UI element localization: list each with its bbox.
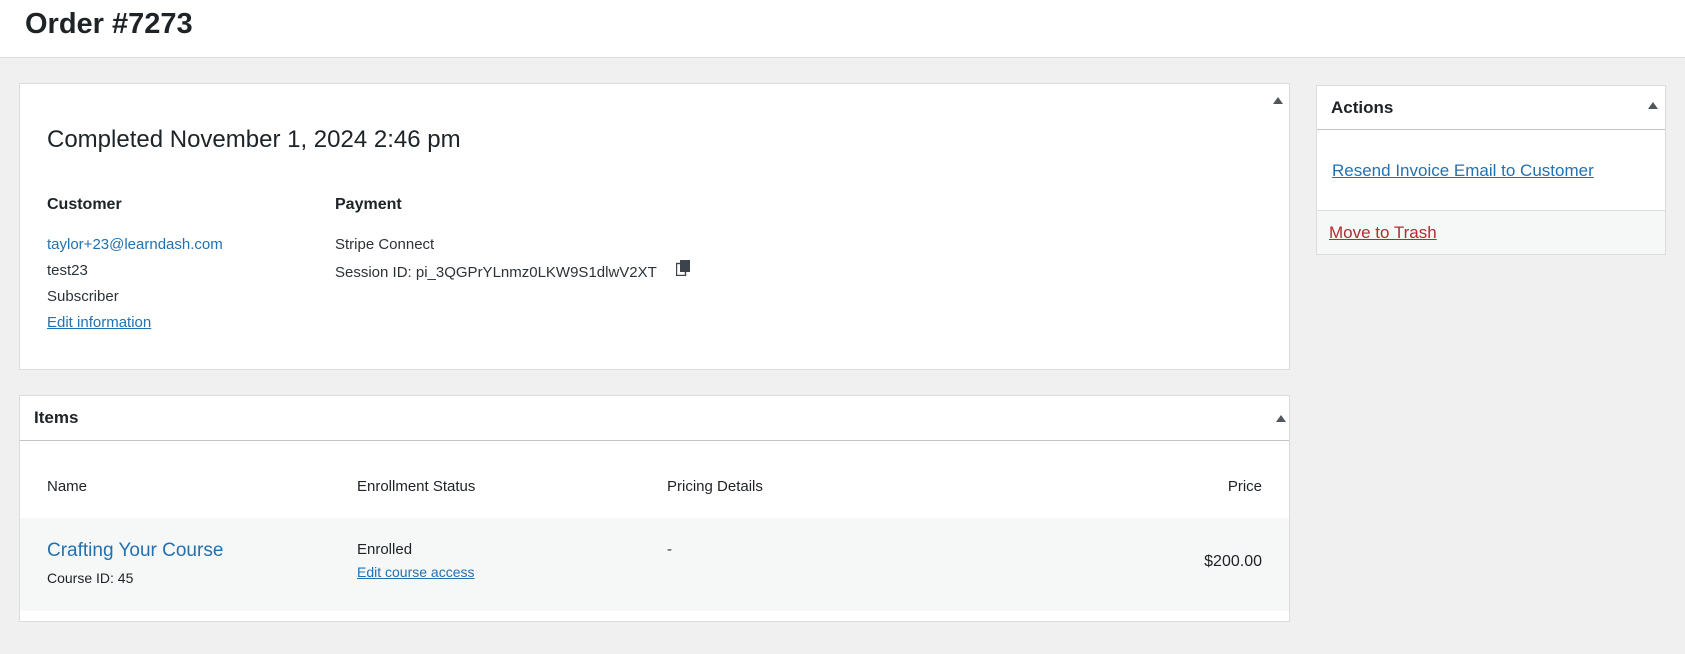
customer-heading: Customer bbox=[47, 196, 122, 213]
course-name-link[interactable]: Crafting Your Course bbox=[47, 540, 223, 562]
column-header-name: Name bbox=[47, 478, 88, 495]
course-id: Course ID: 45 bbox=[47, 570, 134, 586]
payment-heading: Payment bbox=[335, 196, 402, 213]
table-row: Crafting Your Course Course ID: 45 Enrol… bbox=[20, 518, 1289, 611]
payment-session-id: Session ID: pi_3QGPrYLnmz0LKW9S1dlwV2XT bbox=[335, 264, 657, 281]
edit-course-access-link[interactable]: Edit course access bbox=[357, 564, 475, 580]
enrollment-status: Enrolled bbox=[357, 541, 413, 558]
actions-header: Actions bbox=[1317, 86, 1665, 130]
column-header-price: Price bbox=[1227, 478, 1262, 495]
items-box: Items Name Enrollment Status Pricing Det… bbox=[19, 395, 1290, 622]
column-header-enrollment-status: Enrollment Status bbox=[357, 478, 476, 495]
collapse-toggle-icon[interactable] bbox=[1648, 102, 1658, 109]
item-price: $200.00 bbox=[1204, 553, 1262, 570]
page-title: Order #7273 bbox=[25, 8, 193, 40]
resend-invoice-link[interactable]: Resend Invoice Email to Customer bbox=[1332, 161, 1594, 181]
customer-role: Subscriber bbox=[47, 288, 119, 305]
edit-information-link[interactable]: Edit information bbox=[47, 314, 151, 331]
items-header: Items bbox=[20, 396, 1289, 441]
actions-title: Actions bbox=[1331, 98, 1394, 117]
collapse-toggle-icon[interactable] bbox=[1273, 97, 1283, 104]
move-to-trash-link[interactable]: Move to Trash bbox=[1329, 223, 1437, 243]
customer-username: test23 bbox=[47, 262, 88, 279]
column-header-pricing-details: Pricing Details bbox=[667, 478, 763, 495]
order-summary-box: Completed November 1, 2024 2:46 pm Custo… bbox=[19, 83, 1290, 370]
pricing-details: - bbox=[667, 541, 672, 558]
copy-icon[interactable] bbox=[675, 260, 690, 277]
customer-email-link[interactable]: taylor+23@learndash.com bbox=[47, 236, 223, 253]
order-status-line: Completed November 1, 2024 2:46 pm bbox=[47, 126, 461, 153]
items-title: Items bbox=[34, 408, 79, 427]
collapse-toggle-icon[interactable] bbox=[1276, 415, 1286, 422]
actions-footer: Move to Trash bbox=[1317, 210, 1665, 254]
actions-box: Actions Resend Invoice Email to Customer… bbox=[1316, 85, 1666, 255]
payment-gateway: Stripe Connect bbox=[335, 236, 435, 253]
page-header: Order #7273 bbox=[0, 0, 1685, 58]
